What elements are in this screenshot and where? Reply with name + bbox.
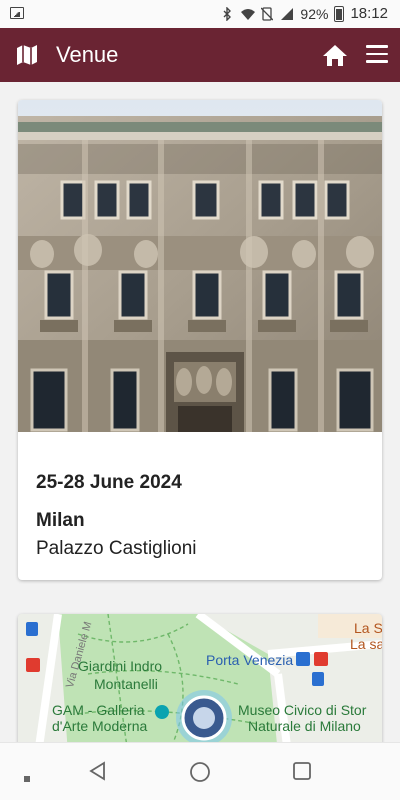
recents-indicator-icon bbox=[24, 769, 30, 787]
map-gallery-label-line2: d'Arte Moderna bbox=[52, 718, 148, 734]
status-icons: 92% 18:12 bbox=[220, 5, 388, 22]
map-park-label-line1: Giardini Indro bbox=[78, 658, 163, 674]
map-corner-label-line2: La sa bbox=[350, 636, 382, 652]
venue-map[interactable]: Via Daniele M Giardini Indro Montanelli … bbox=[18, 614, 382, 754]
map-icon bbox=[14, 42, 40, 68]
menu-icon[interactable] bbox=[366, 45, 388, 65]
event-date: 25-28 June 2024 bbox=[36, 472, 182, 493]
map-corner-label-line1: La Sc bbox=[354, 620, 382, 636]
clock: 18:12 bbox=[350, 5, 388, 22]
no-sim-icon bbox=[260, 6, 274, 21]
gallery-icon bbox=[10, 7, 24, 19]
app-bar: Venue bbox=[0, 28, 400, 82]
page-title: Venue bbox=[56, 42, 119, 67]
home-icon[interactable] bbox=[322, 43, 348, 67]
navigation-bar bbox=[0, 742, 400, 800]
venue-card: 25-28 June 2024 Milan Palazzo Castiglion… bbox=[18, 100, 382, 580]
map-station-label: Porta Venezia bbox=[206, 652, 294, 668]
wifi-icon bbox=[240, 7, 256, 21]
back-button[interactable] bbox=[88, 761, 108, 786]
signal-icon bbox=[280, 7, 294, 21]
venue-photo bbox=[18, 100, 382, 432]
event-city: Milan bbox=[36, 510, 85, 531]
map-museum-label-line2: Naturale di Milano bbox=[248, 718, 361, 734]
battery-percent: 92% bbox=[300, 5, 329, 22]
bluetooth-icon bbox=[220, 5, 234, 22]
battery-icon bbox=[334, 5, 345, 22]
home-button[interactable] bbox=[189, 761, 211, 788]
status-bar: 92% 18:12 bbox=[0, 0, 400, 28]
venue-name: Palazzo Castiglioni bbox=[36, 538, 197, 559]
map-museum-label-line1: Museo Civico di Stor bbox=[238, 702, 367, 718]
overview-button[interactable] bbox=[292, 761, 312, 786]
map-gallery-label-line1: GAM - Galleria bbox=[52, 702, 145, 718]
map-park-label-line2: Montanelli bbox=[94, 676, 158, 692]
